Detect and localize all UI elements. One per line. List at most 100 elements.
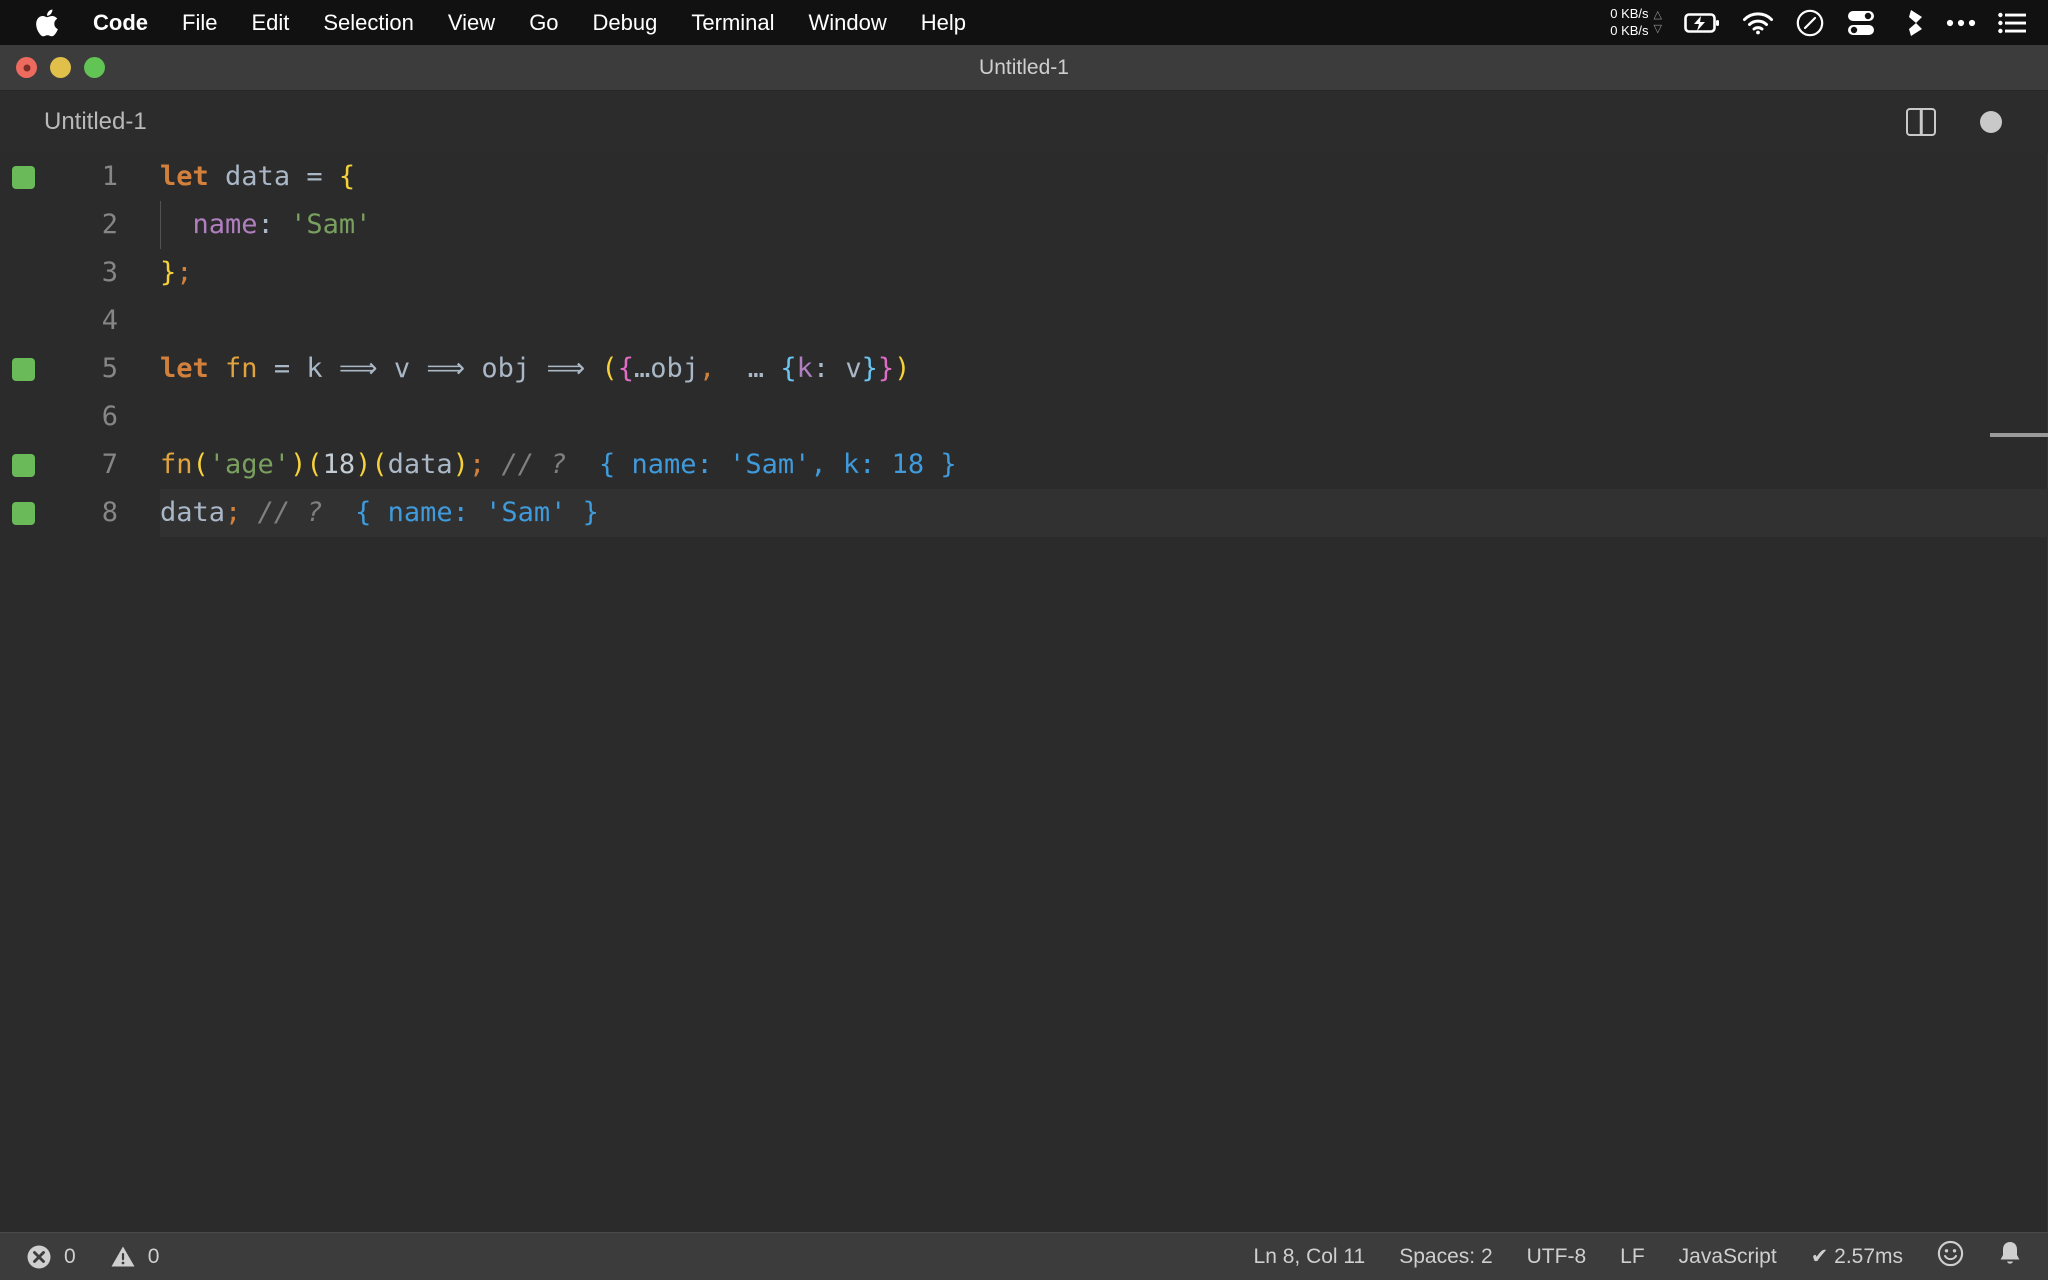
battery-charging-icon[interactable] (1684, 12, 1720, 34)
code-token (485, 449, 501, 480)
code-token (567, 449, 600, 480)
code-token: … (748, 353, 764, 384)
code-line[interactable]: 6 (0, 393, 2048, 441)
gutter-status-marker[interactable] (12, 358, 35, 381)
line-number: 3 (0, 249, 118, 297)
menu-item-view[interactable]: View (431, 0, 512, 45)
code-line[interactable]: 2 name: 'Sam' (0, 201, 2048, 249)
code-editor[interactable]: 1let data = {2 name: 'Sam'3};45let fn = … (0, 153, 2048, 1232)
code-token: 18 (323, 449, 356, 480)
code-token: } (160, 257, 176, 288)
menu-item-selection[interactable]: Selection (306, 0, 431, 45)
network-speed-indicator[interactable]: 0 KB/s 0 KB/s △ ▽ (1610, 6, 1662, 39)
code-token: data (388, 449, 453, 480)
file-encoding[interactable]: UTF-8 (1527, 1245, 1587, 1269)
toggles-icon[interactable] (1846, 9, 1876, 37)
unsaved-dot-icon[interactable] (1980, 111, 2002, 133)
macos-menubar: Code File Edit Selection View Go Debug T… (0, 0, 2048, 45)
split-editor-icon[interactable] (1906, 108, 1936, 136)
code-token (274, 209, 290, 240)
code-token: ( (193, 449, 209, 480)
vscode-window: Untitled-1 Untitled-1 1let data = {2 nam… (0, 45, 2048, 1280)
code-line[interactable]: 7fn('age')(18)(data); // ? { name: 'Sam'… (0, 441, 2048, 489)
code-token: ; (225, 497, 241, 528)
network-download-speed: 0 KB/s (1610, 23, 1648, 39)
code-token: ; (176, 257, 192, 288)
warning-count[interactable]: 0 (148, 1245, 160, 1269)
code-line-content[interactable]: data; // ? { name: 'Sam' } (118, 489, 599, 537)
code-line[interactable]: 1let data = { (0, 153, 2048, 201)
code-token (323, 353, 339, 384)
code-token: ⟹ (339, 353, 378, 384)
error-circle-icon[interactable] (26, 1244, 52, 1270)
gutter-status-marker[interactable] (12, 454, 35, 477)
code-line-content[interactable]: }; (118, 249, 193, 297)
code-token: obj (650, 353, 699, 384)
line-ending[interactable]: LF (1620, 1245, 1645, 1269)
code-line-content[interactable]: name: 'Sam' (118, 201, 371, 249)
code-token: ) (290, 449, 306, 480)
code-line[interactable]: 8data; // ? { name: 'Sam' } (0, 489, 2048, 537)
code-token: , (699, 353, 715, 384)
code-token (290, 353, 306, 384)
wifi-icon[interactable] (1742, 11, 1774, 35)
editor-tabbar: Untitled-1 (0, 91, 2048, 153)
apple-logo-icon[interactable] (32, 8, 62, 38)
code-token (160, 209, 193, 240)
code-lines-container[interactable]: 1let data = {2 name: 'Sam'3};45let fn = … (0, 153, 2048, 537)
list-menu-icon[interactable] (1998, 12, 2026, 34)
quokka-run-time[interactable]: ✔ 2.57ms (1811, 1244, 1903, 1269)
gutter-status-marker[interactable] (12, 166, 35, 189)
code-line[interactable]: 4 (0, 297, 2048, 345)
code-token: ⟹ (546, 353, 585, 384)
code-token: { name: 'Sam', k: 18 } (599, 449, 957, 480)
code-token (323, 497, 356, 528)
code-line-content[interactable]: fn('age')(18)(data); // ? { name: 'Sam',… (118, 441, 957, 489)
smiley-icon[interactable] (1937, 1240, 1964, 1273)
menu-item-help[interactable]: Help (904, 0, 983, 45)
menu-item-debug[interactable]: Debug (576, 0, 675, 45)
code-token: ( (371, 449, 387, 480)
menu-item-file[interactable]: File (165, 0, 234, 45)
code-line[interactable]: 5let fn = k ⟹ v ⟹ obj ⟹ ({…obj, … {k: v}… (0, 345, 2048, 393)
cursor-position[interactable]: Ln 8, Col 11 (1254, 1245, 1366, 1269)
code-token: k (797, 353, 813, 384)
upload-arrow-icon: △ (1654, 9, 1662, 22)
code-line[interactable]: 3}; (0, 249, 2048, 297)
traffic-light-group (0, 57, 105, 78)
code-token: = (306, 161, 322, 192)
menu-item-code[interactable]: Code (76, 0, 165, 45)
ellipsis-icon[interactable] (1946, 18, 1976, 28)
code-token: = (274, 353, 290, 384)
tab-untitled-1[interactable]: Untitled-1 (0, 108, 147, 136)
menu-item-window[interactable]: Window (792, 0, 904, 45)
editor-scrollbar-marker[interactable] (1990, 433, 2048, 437)
code-token: k (306, 353, 322, 384)
language-mode[interactable]: JavaScript (1679, 1245, 1777, 1269)
menu-item-go[interactable]: Go (512, 0, 575, 45)
code-token: 'Sam' (290, 209, 371, 240)
code-line-content[interactable]: let fn = k ⟹ v ⟹ obj ⟹ ({…obj, … {k: v}}… (118, 345, 910, 393)
menu-item-edit[interactable]: Edit (234, 0, 306, 45)
maximize-window-button[interactable] (84, 57, 105, 78)
minimize-window-button[interactable] (50, 57, 71, 78)
code-token: { name: 'Sam' } (355, 497, 599, 528)
indentation-setting[interactable]: Spaces: 2 (1399, 1245, 1492, 1269)
warning-triangle-icon[interactable] (110, 1244, 136, 1270)
do-not-disturb-icon[interactable] (1796, 9, 1824, 37)
code-token: v (394, 353, 410, 384)
statusbar: 0 0 Ln 8, Col 11 Spaces: 2 UTF-8 LF Java… (0, 1232, 2048, 1280)
code-line-content[interactable]: let data = { (118, 153, 355, 201)
code-token: ( (601, 353, 617, 384)
network-upload-speed: 0 KB/s (1610, 6, 1648, 22)
gutter-status-marker[interactable] (12, 502, 35, 525)
code-token: name (193, 209, 258, 240)
close-window-button[interactable] (16, 57, 37, 78)
error-count[interactable]: 0 (64, 1245, 76, 1269)
menu-item-terminal[interactable]: Terminal (674, 0, 791, 45)
code-token: let (160, 161, 209, 192)
bell-icon[interactable] (1998, 1240, 2022, 1273)
code-token: 'age' (209, 449, 290, 480)
dropbox-icon[interactable] (1898, 9, 1924, 37)
code-token: : (258, 209, 274, 240)
